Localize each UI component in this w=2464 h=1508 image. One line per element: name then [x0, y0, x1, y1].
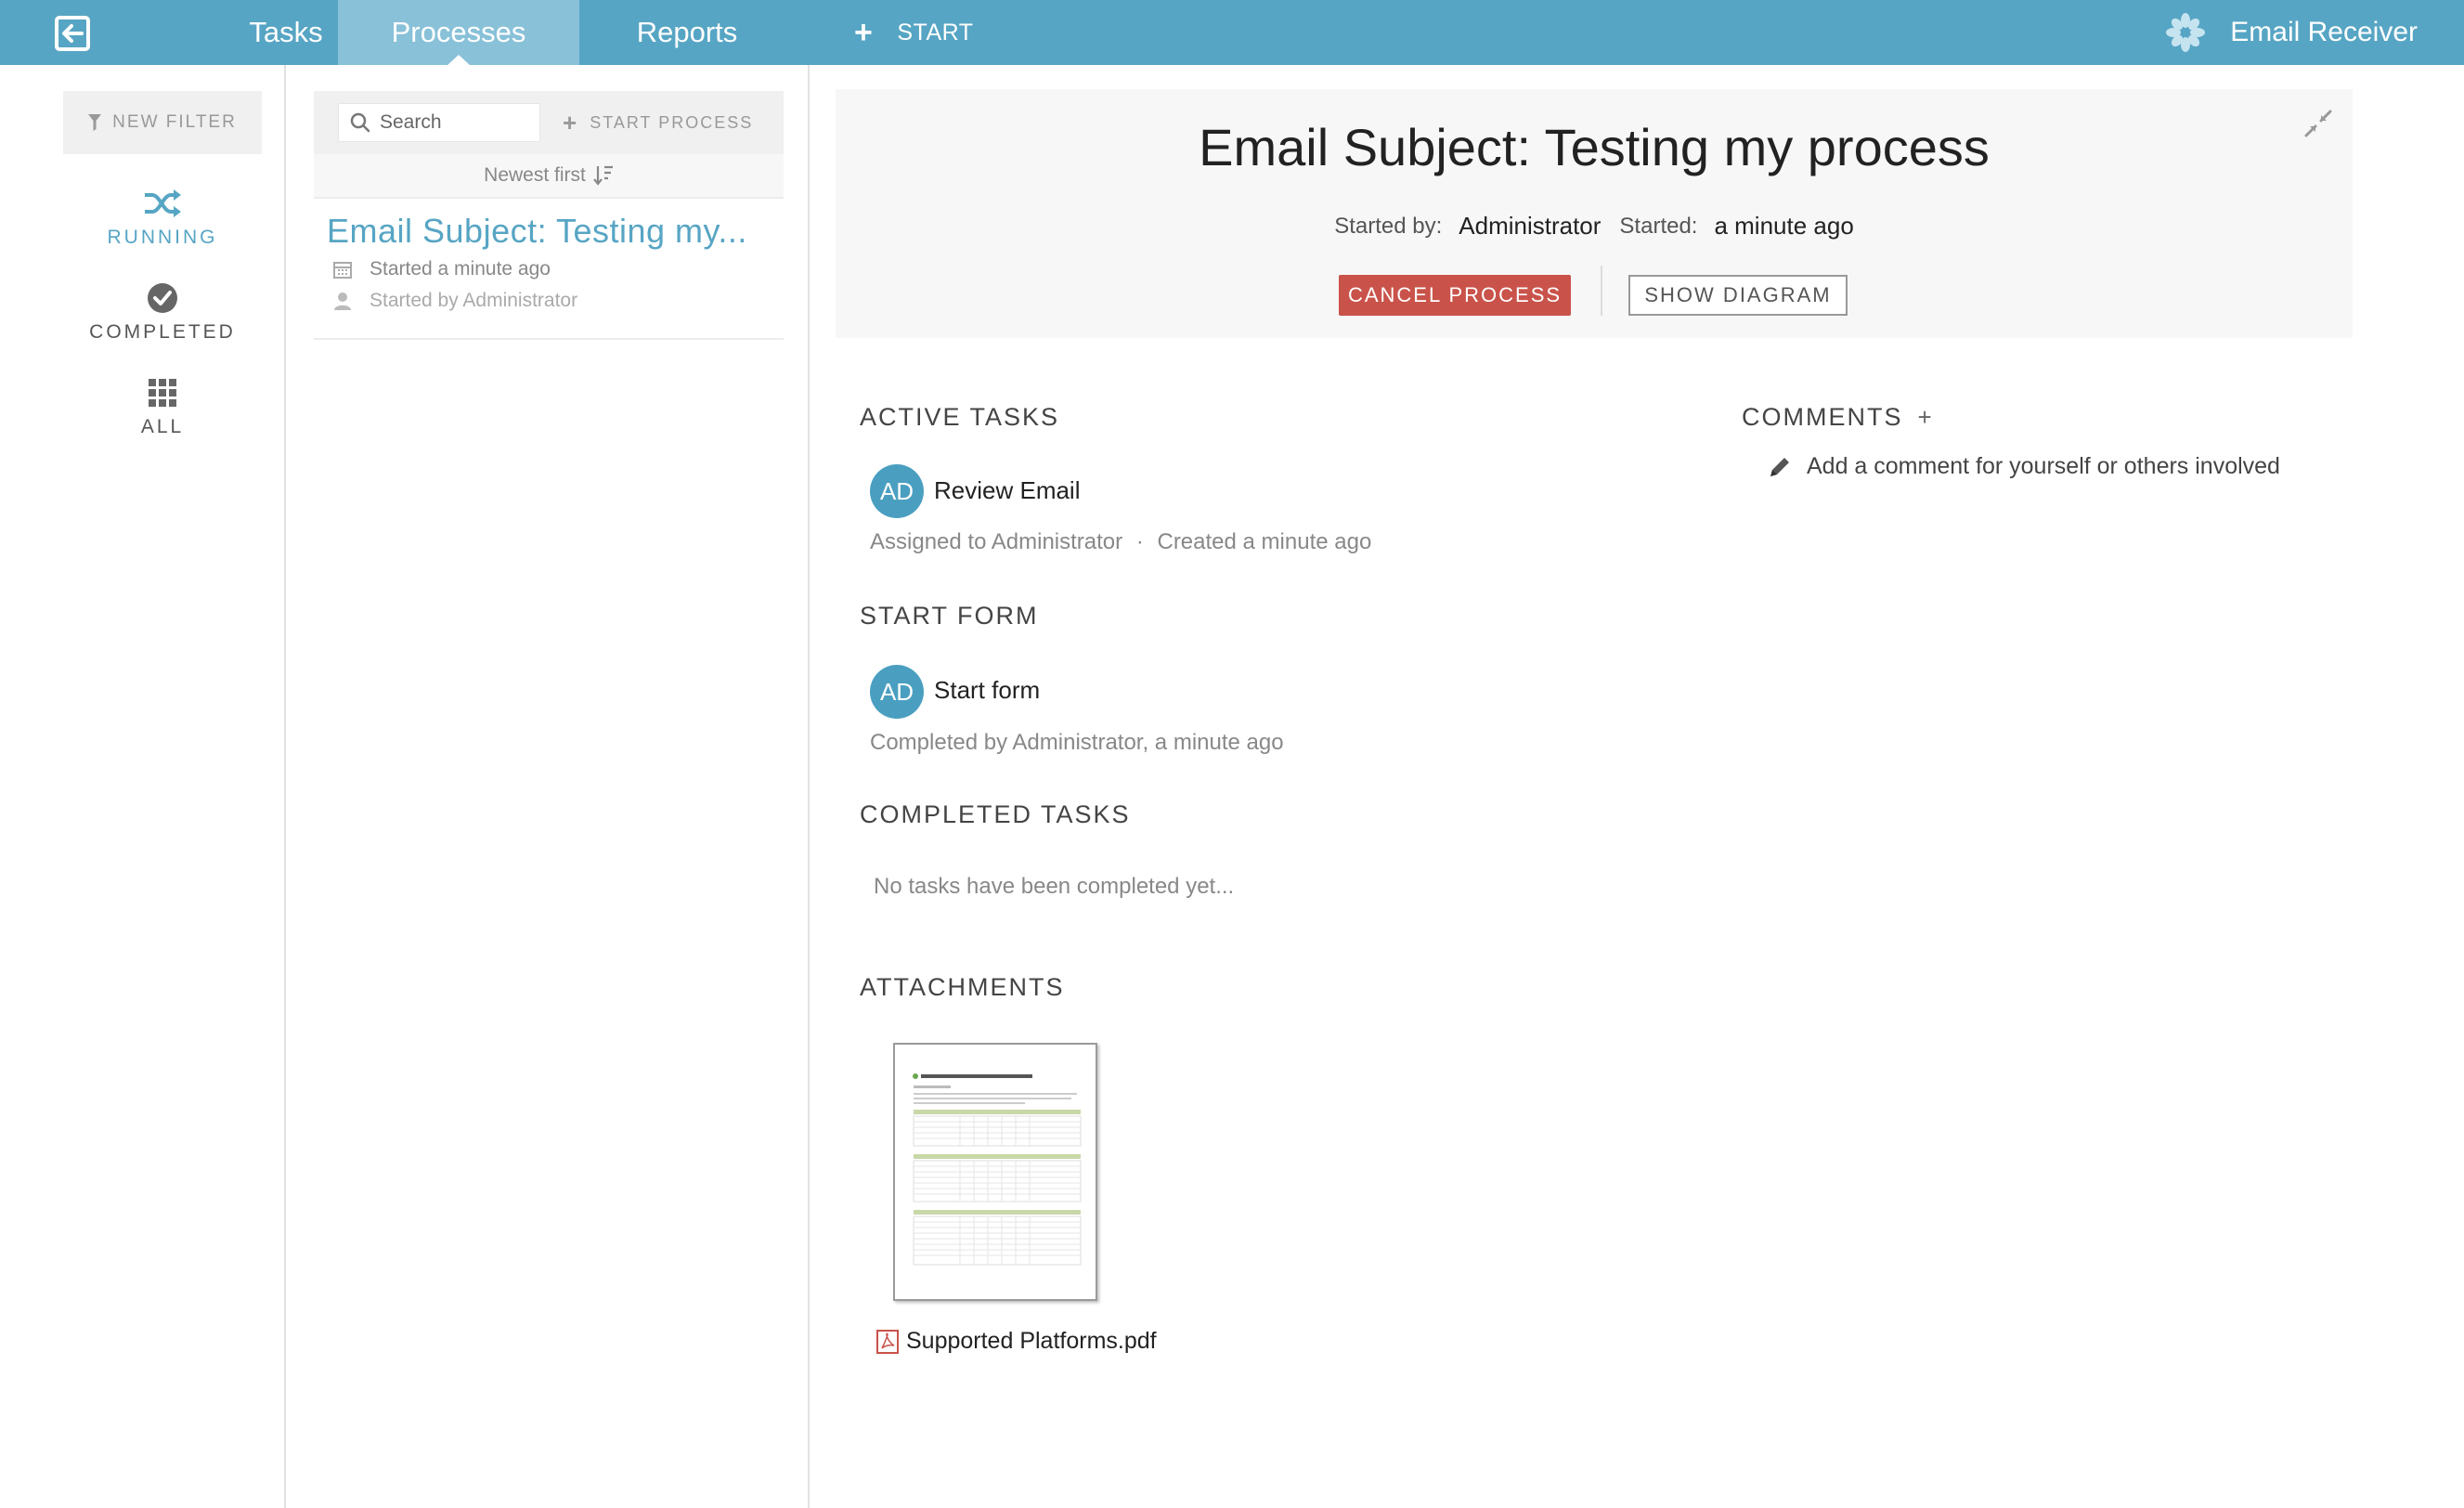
- start-form-heading: START FORM: [860, 602, 1039, 630]
- add-comment-icon[interactable]: +: [1918, 403, 1934, 432]
- app-name-label: Email Receiver: [2230, 17, 2418, 47]
- app-logo-icon: [2166, 13, 2206, 52]
- header-divider: [1601, 266, 1602, 316]
- start-process-button[interactable]: + START PROCESS: [563, 91, 753, 154]
- tab-label: Tasks: [249, 16, 323, 48]
- add-comment-prompt[interactable]: Add a comment for yourself or others inv…: [1768, 453, 2280, 480]
- start-label: START: [897, 19, 974, 46]
- new-filter-label: NEW FILTER: [112, 112, 237, 132]
- plus-icon: +: [563, 108, 579, 136]
- start-form-link[interactable]: Start form: [934, 676, 1040, 705]
- filter-running[interactable]: RUNNING: [63, 186, 262, 249]
- process-header: Email Subject: Testing my process Starte…: [836, 89, 2353, 338]
- search-icon: [350, 112, 370, 133]
- active-task-link[interactable]: Review Email: [934, 476, 1081, 505]
- attachment-link[interactable]: Supported Platforms.pdf: [876, 1328, 1157, 1355]
- separator-dot: ·: [1135, 529, 1144, 554]
- start-button[interactable]: + START: [854, 0, 974, 65]
- started-text: Started a minute ago: [370, 258, 551, 280]
- cancel-process-button[interactable]: CANCEL PROCESS: [1339, 275, 1571, 316]
- process-title-heading: Email Subject: Testing my process: [1199, 118, 1990, 176]
- task-assigned-info: Assigned to Administrator · Created a mi…: [870, 529, 1371, 555]
- avatar: AD: [870, 665, 924, 719]
- started-info: Started by: Administrator Started: a min…: [836, 212, 2353, 240]
- exit-app-icon[interactable]: [54, 15, 91, 52]
- created-text: Created a minute ago: [1157, 529, 1372, 554]
- attachments-heading: ATTACHMENTS: [860, 973, 1065, 1001]
- tab-label: Reports: [636, 16, 738, 48]
- pdf-file-icon: [876, 1329, 899, 1354]
- plus-icon: +: [854, 15, 874, 50]
- started-by-label: Started by:: [1334, 213, 1443, 239]
- sort-descending-icon: [592, 165, 613, 186]
- filter-label: RUNNING: [107, 227, 218, 248]
- grid-icon: [149, 375, 176, 410]
- comment-prompt-text: Add a comment for yourself or others inv…: [1807, 453, 2280, 479]
- process-title: Email Subject: Testing my...: [327, 212, 747, 250]
- shuffle-icon: [143, 186, 182, 221]
- tab-label: Processes: [391, 16, 526, 48]
- search-input[interactable]: Search: [338, 103, 540, 142]
- started-by-value: Administrator: [1459, 212, 1602, 240]
- document-preview-icon: [913, 1073, 1082, 1266]
- tab-processes[interactable]: Processes: [338, 0, 579, 66]
- attachment-file-name: Supported Platforms.pdf: [906, 1328, 1157, 1354]
- user-icon: [332, 292, 353, 310]
- sort-toggle[interactable]: Newest first: [314, 154, 784, 199]
- app-name[interactable]: Email Receiver: [2165, 0, 2418, 65]
- completed-tasks-heading: COMPLETED TASKS: [860, 800, 1131, 828]
- started-value: a minute ago: [1714, 212, 1854, 240]
- comments-heading: COMMENTS +: [1742, 403, 1934, 432]
- started-meta: Started a minute ago: [332, 258, 551, 280]
- comments-title: COMMENTS: [1742, 403, 1903, 431]
- calendar-icon: [332, 260, 353, 279]
- filter-completed[interactable]: COMPLETED: [63, 280, 262, 344]
- process-list-item[interactable]: Email Subject: Testing my... Started a m…: [314, 201, 784, 340]
- assigned-text: Assigned to Administrator: [870, 529, 1123, 554]
- start-process-label: START PROCESS: [590, 112, 754, 132]
- started-by-text: Started by Administrator: [370, 290, 578, 311]
- started-label: Started:: [1619, 213, 1698, 239]
- start-form-completed-text: Completed by Administrator, a minute ago: [870, 730, 1284, 755]
- filter-all[interactable]: ALL: [63, 375, 262, 438]
- collapse-icon[interactable]: [2302, 108, 2334, 144]
- filter-label: ALL: [140, 416, 185, 437]
- check-circle-icon: [147, 280, 178, 316]
- show-diagram-button[interactable]: SHOW DIAGRAM: [1628, 275, 1848, 316]
- pencil-icon: [1770, 457, 1789, 476]
- attachment-thumbnail[interactable]: [893, 1043, 1097, 1301]
- active-tasks-heading: ACTIVE TASKS: [860, 403, 1060, 431]
- tab-reports[interactable]: Reports: [594, 0, 780, 65]
- funnel-icon: [88, 114, 102, 131]
- sort-label: Newest first: [484, 164, 586, 186]
- new-filter-button[interactable]: NEW FILTER: [63, 91, 262, 154]
- process-list-panel: Search + START PROCESS Newest first Emai…: [288, 65, 810, 1508]
- top-navbar: Tasks Processes Reports + START Email Re…: [0, 0, 2464, 66]
- started-by-meta: Started by Administrator: [332, 290, 577, 312]
- filter-sidebar: NEW FILTER RUNNING COMPLETED ALL: [0, 65, 286, 1508]
- filter-label: COMPLETED: [89, 321, 236, 343]
- search-placeholder: Search: [380, 111, 442, 133]
- list-toolbar: Search + START PROCESS: [314, 91, 784, 154]
- no-completed-tasks-text: No tasks have been completed yet...: [874, 874, 1235, 899]
- avatar: AD: [870, 464, 924, 518]
